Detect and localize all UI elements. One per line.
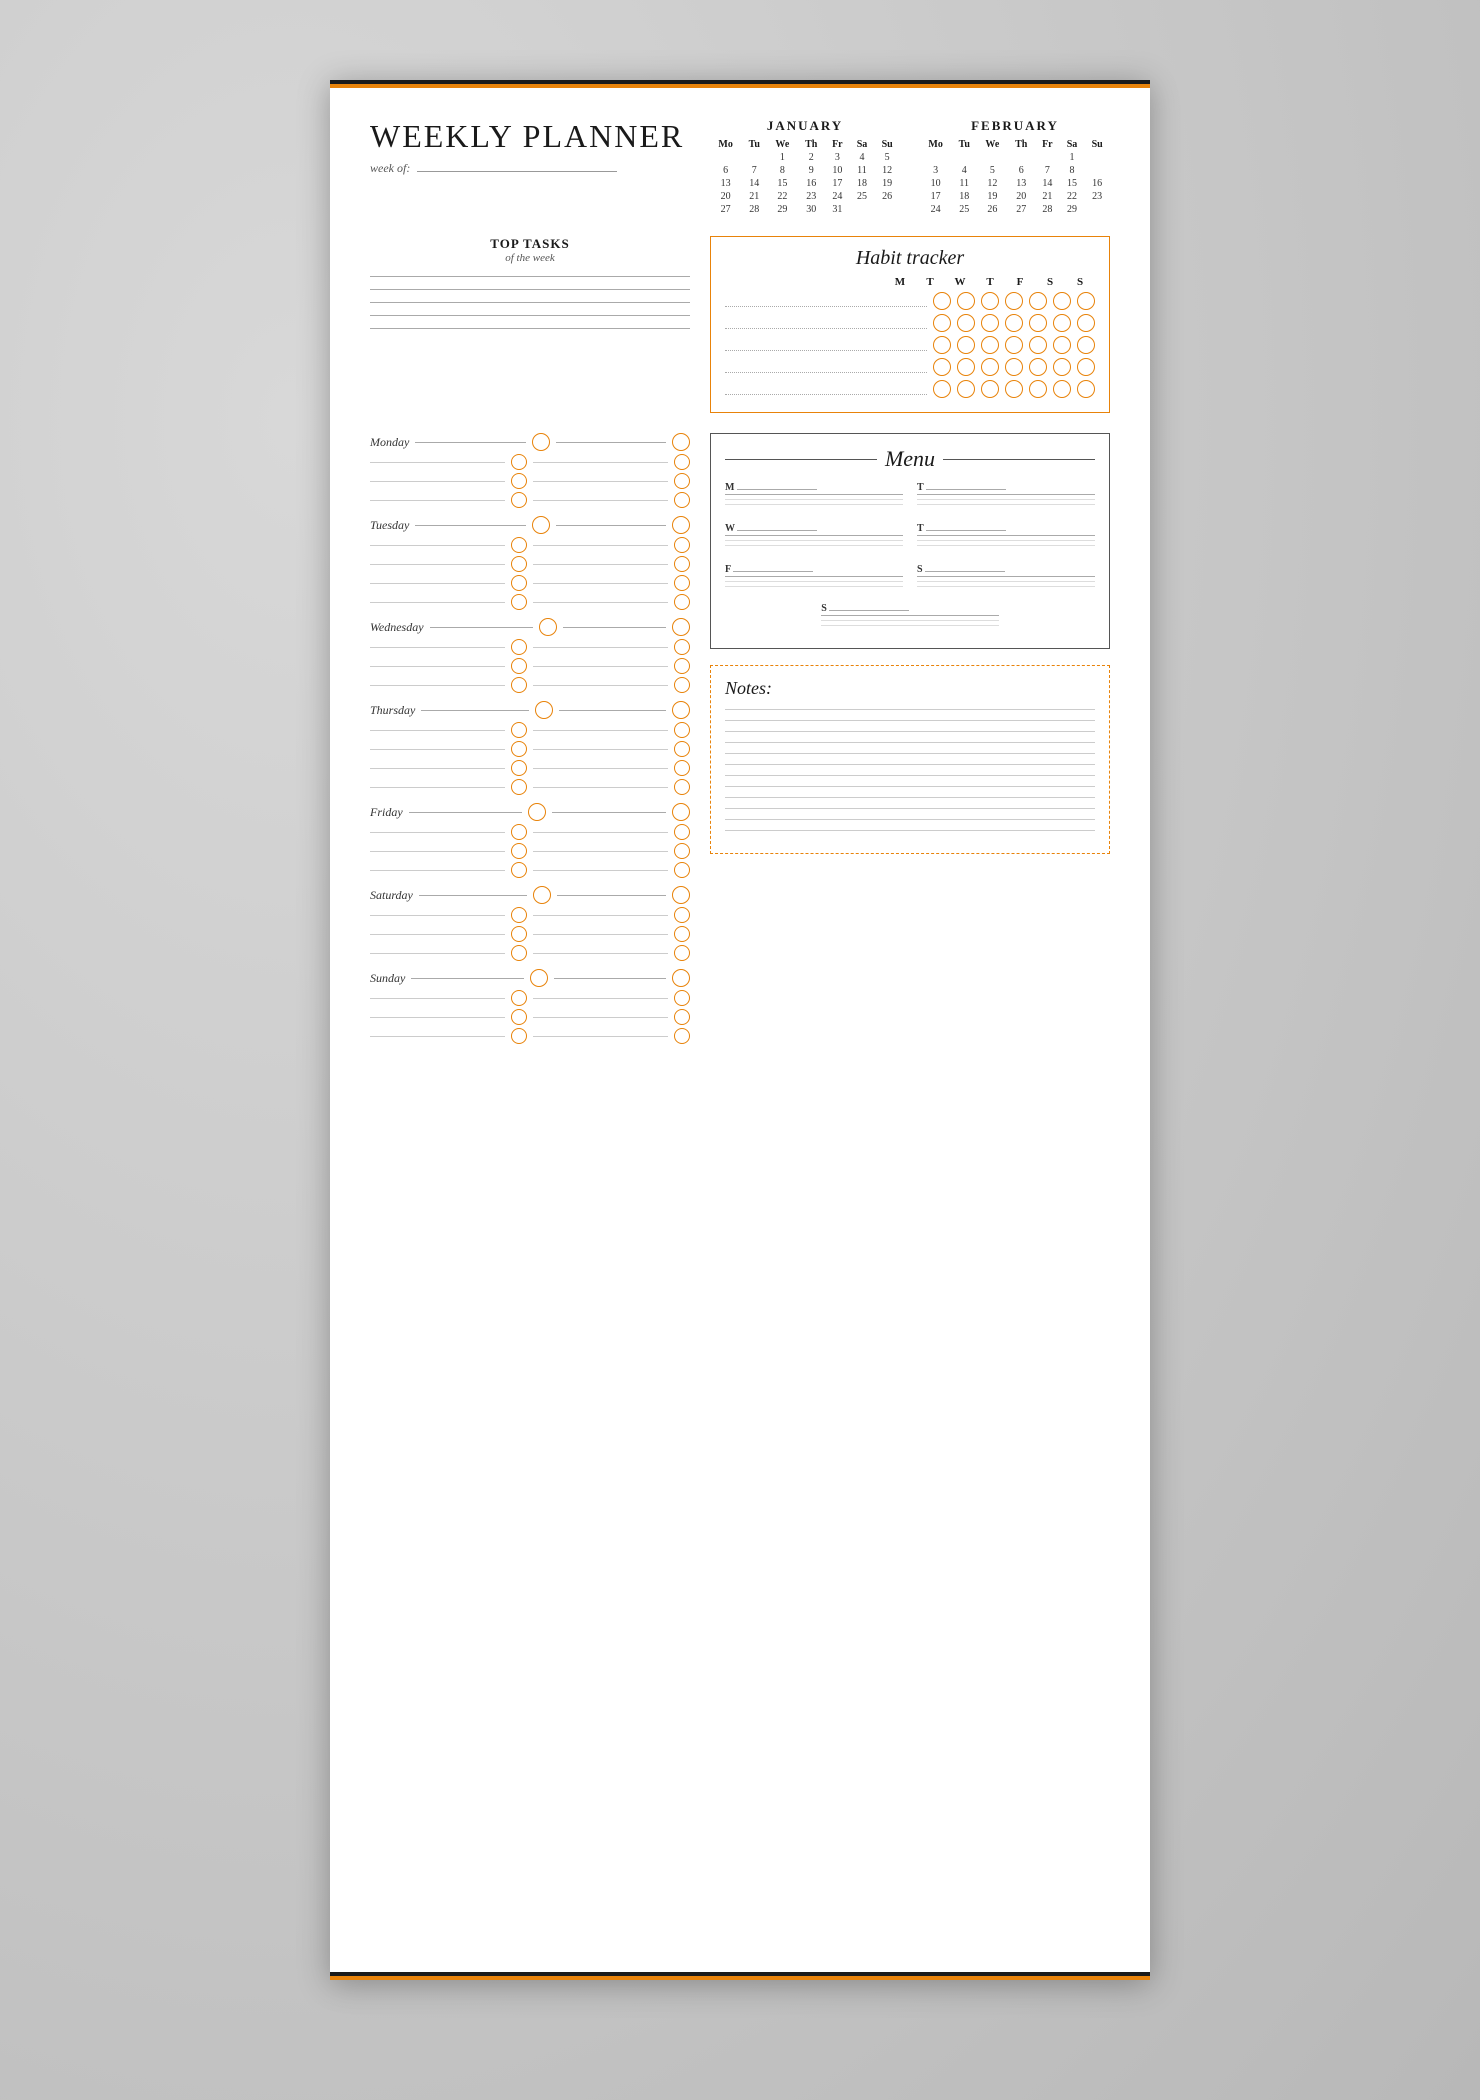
monday-row-3 (370, 492, 690, 508)
task-line-5 (370, 328, 690, 329)
habit-row-4 (725, 358, 1095, 376)
saturday-header: Saturday (370, 886, 690, 904)
menu-sunday: S (821, 603, 999, 630)
notes-title: Notes: (725, 678, 1095, 699)
header-section: Weekly Planner week of: JANUARY Mo Tu (370, 118, 1110, 216)
days-column: Monday (370, 433, 690, 1052)
monday-row-1 (370, 454, 690, 470)
main-section: Monday (370, 433, 1110, 1052)
page-title: Weekly Planner (370, 118, 690, 155)
top-tasks-title: TOP TASKS (370, 236, 690, 252)
bottom-border (330, 1972, 1150, 1980)
habit-row-2 (725, 314, 1095, 332)
title-text: Weekly Planner (370, 118, 684, 154)
tuesday-circle-header[interactable] (532, 516, 550, 534)
habit-circles-1 (933, 292, 1095, 310)
menu-saturday: S (917, 564, 1095, 591)
habit-row-5 (725, 380, 1095, 398)
friday-block: Friday (370, 803, 690, 878)
week-of-label: week of: (370, 161, 690, 176)
menu-section: Menu M T (710, 433, 1110, 649)
task-line-2 (370, 289, 690, 290)
february-title: FEBRUARY (920, 118, 1110, 134)
sunday-header: Sunday (370, 969, 690, 987)
friday-label: Friday (370, 805, 403, 820)
monday-row-2 (370, 473, 690, 489)
sunday-block: Sunday (370, 969, 690, 1044)
january-title: JANUARY (710, 118, 900, 134)
menu-monday: M (725, 482, 903, 509)
january-grid: Mo Tu We Th Fr Sa Su (710, 138, 900, 216)
thursday-header: Thursday (370, 701, 690, 719)
tuesday-header: Tuesday (370, 516, 690, 534)
monday-block: Monday (370, 433, 690, 508)
monday-circle-header[interactable] (532, 433, 550, 451)
title-area: Weekly Planner week of: (370, 118, 690, 176)
february-grid: Mo Tu We Th Fr Sa Su (920, 138, 1110, 216)
habit-tracker-section: Habit tracker M T W T F S S (710, 236, 1110, 413)
habit-row-1 (725, 292, 1095, 310)
tuesday-block: Tuesday (370, 516, 690, 610)
tuesday-label: Tuesday (370, 518, 409, 533)
wednesday-block: Wednesday (370, 618, 690, 693)
habit-header-row: M T W T F S S (725, 276, 1095, 288)
task-line-3 (370, 302, 690, 303)
thursday-label: Thursday (370, 703, 415, 718)
monday-header: Monday (370, 433, 690, 451)
menu-grid: M T W (725, 482, 1095, 597)
february-calendar: FEBRUARY Mo Tu We Th Fr Sa Su (920, 118, 1110, 216)
week-of-line (417, 171, 617, 172)
monday-label: Monday (370, 435, 409, 450)
wednesday-header: Wednesday (370, 618, 690, 636)
notes-section: Notes: (710, 665, 1110, 854)
top-tasks-section: TOP TASKS of the week (370, 236, 690, 341)
tuesday-row-1 (370, 537, 690, 553)
monday-circle-header-2[interactable] (672, 433, 690, 451)
menu-title: Menu (725, 446, 1095, 472)
january-calendar: JANUARY Mo Tu We Th Fr Sa Su (710, 118, 900, 216)
menu-sunday-row: S (725, 603, 1095, 636)
habit-row-3 (725, 336, 1095, 354)
menu-wednesday: W (725, 523, 903, 550)
task-line-1 (370, 276, 690, 277)
weekly-planner-page: Weekly Planner week of: JANUARY Mo Tu (330, 80, 1150, 1980)
menu-friday: F (725, 564, 903, 591)
wednesday-label: Wednesday (370, 620, 424, 635)
friday-header: Friday (370, 803, 690, 821)
habit-tracker-title: Habit tracker (725, 247, 1095, 270)
menu-tuesday: T (917, 482, 1095, 509)
middle-section: TOP TASKS of the week Habit tracker M T … (370, 236, 1110, 413)
right-column: Menu M T (710, 433, 1110, 1052)
top-border (330, 80, 1150, 88)
menu-thursday: T (917, 523, 1095, 550)
top-tasks-subtitle: of the week (370, 252, 690, 264)
sunday-label: Sunday (370, 971, 405, 986)
saturday-label: Saturday (370, 888, 413, 903)
thursday-block: Thursday (370, 701, 690, 795)
saturday-block: Saturday (370, 886, 690, 961)
calendars-area: JANUARY Mo Tu We Th Fr Sa Su (710, 118, 1110, 216)
task-line-4 (370, 315, 690, 316)
page-content: Weekly Planner week of: JANUARY Mo Tu (330, 88, 1150, 1102)
